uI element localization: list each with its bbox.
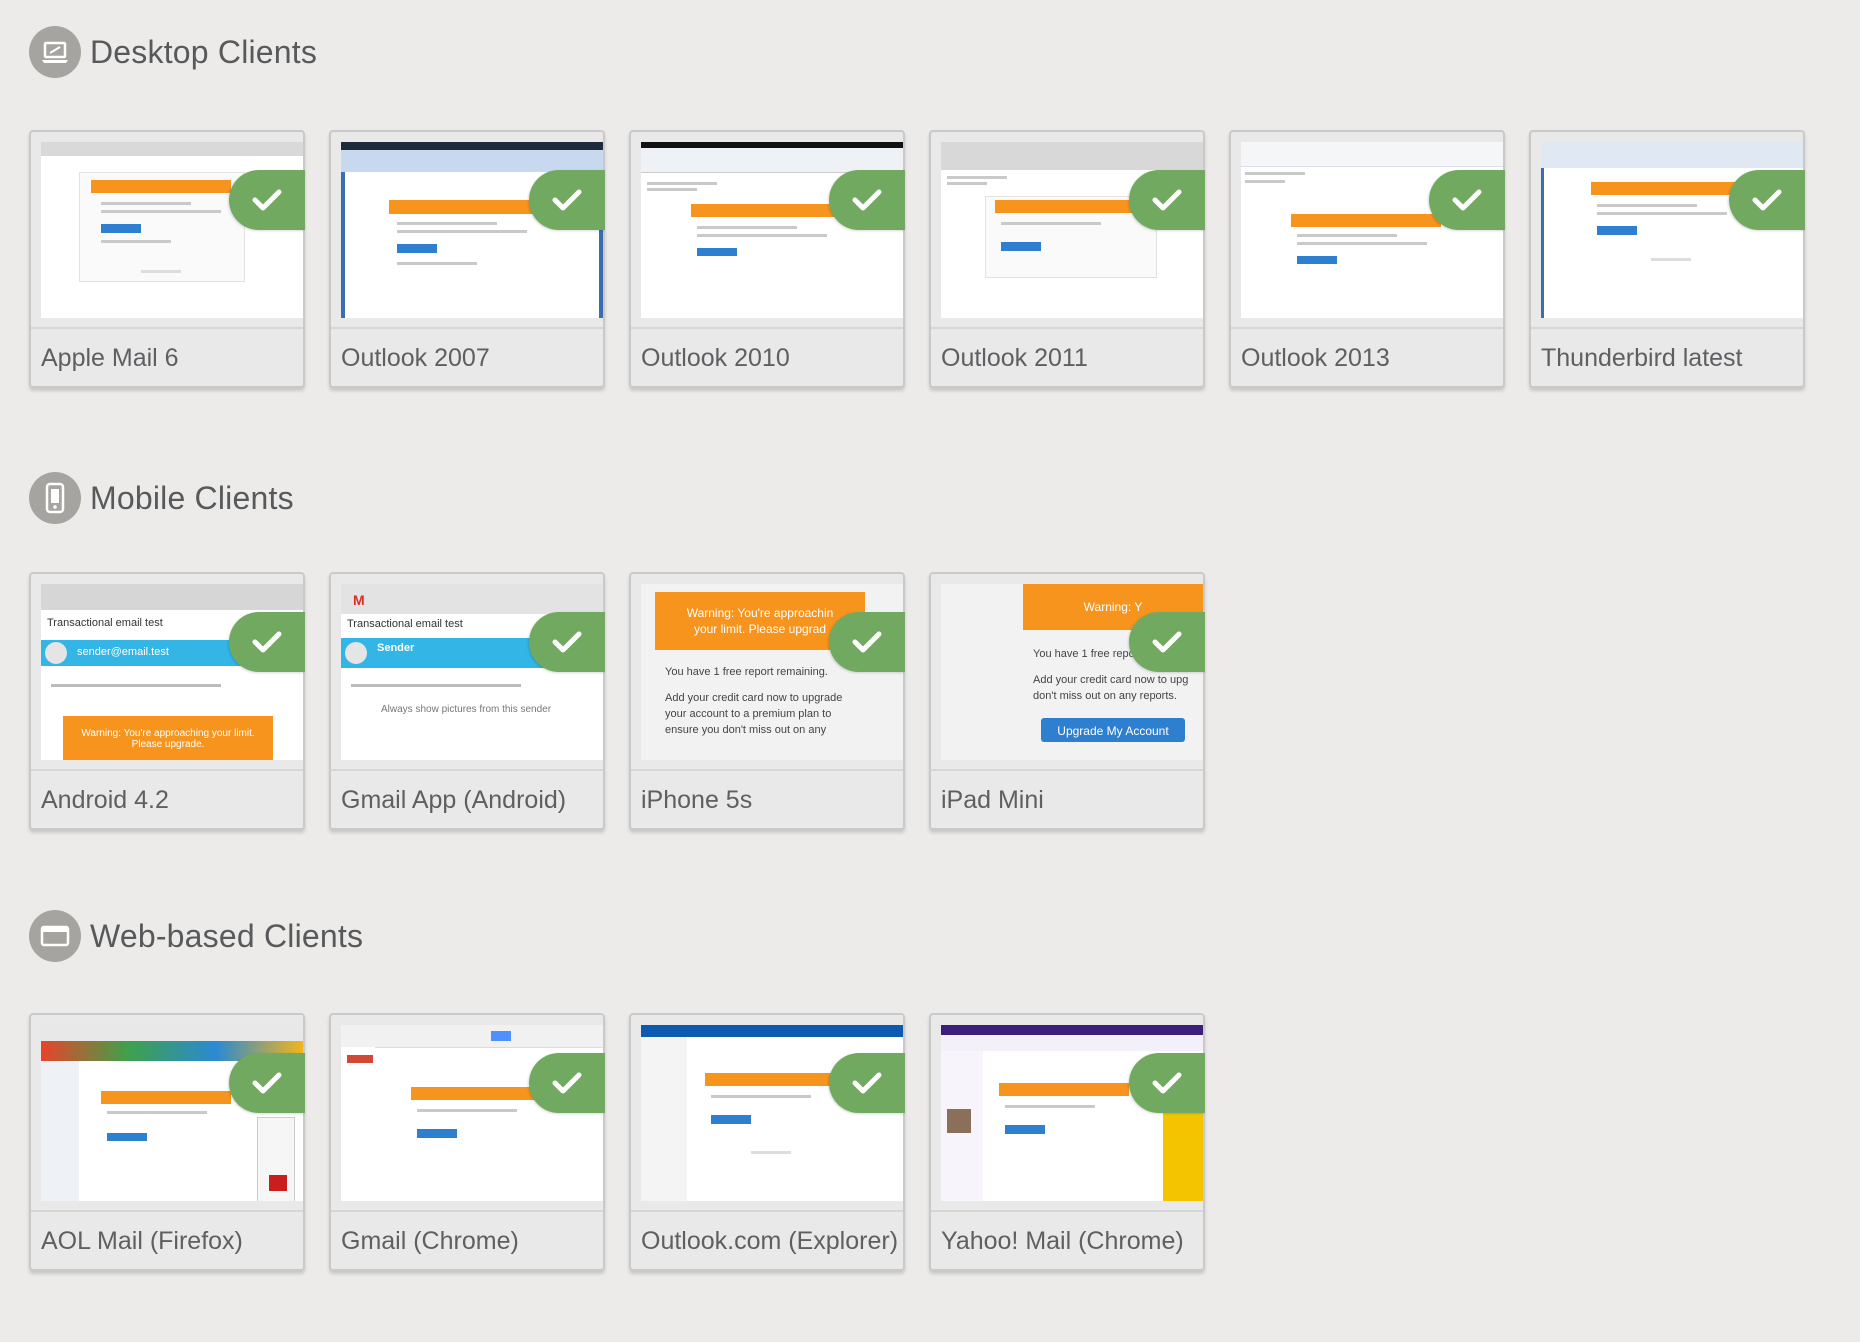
client-preview	[641, 1025, 903, 1201]
client-preview	[941, 142, 1203, 318]
preview-body-line-3: don't miss out on any reports.	[1033, 690, 1177, 702]
client-preview	[41, 1025, 303, 1201]
section-header: Web-based Clients	[29, 909, 363, 963]
check-icon	[829, 170, 905, 230]
preview-subject: Transactional email test	[47, 617, 163, 629]
client-card-thunderbird-latest[interactable]: Thunderbird latest	[1529, 130, 1805, 388]
client-card-yahoo-mail-chrome[interactable]: Yahoo! Mail (Chrome)	[929, 1013, 1205, 1271]
mobile-phone-icon	[29, 472, 81, 524]
client-card-outlook-2010[interactable]: Outlook 2010	[629, 130, 905, 388]
section-title: Mobile Clients	[90, 479, 294, 516]
section-title: Web-based Clients	[90, 917, 364, 954]
client-card-android-4-2[interactable]: Transactional email test sender@email.te…	[29, 572, 305, 830]
check-icon	[229, 612, 305, 672]
client-card-apple-mail-6[interactable]: Apple Mail 6	[29, 130, 305, 388]
preview-show-images: Always show pictures from this sender	[381, 704, 552, 715]
client-preview	[341, 142, 603, 318]
preview-body-line-2: Add your credit card now to upg	[1033, 674, 1189, 686]
client-label: Outlook 2013	[1241, 344, 1390, 372]
client-preview	[41, 142, 303, 318]
client-card-gmail-chrome[interactable]: Gmail (Chrome)	[329, 1013, 605, 1271]
check-icon	[1729, 170, 1805, 230]
client-preview	[941, 1025, 1203, 1201]
client-preview	[341, 1025, 603, 1201]
client-label: Outlook.com (Explorer)	[641, 1227, 899, 1255]
check-icon	[529, 170, 605, 230]
check-icon	[529, 612, 605, 672]
client-label: Outlook 2007	[341, 344, 490, 372]
preview-upgrade-button: Upgrade My Account	[1057, 724, 1169, 738]
client-label: AOL Mail (Firefox)	[41, 1227, 243, 1255]
check-icon	[829, 1053, 905, 1113]
client-preview	[641, 142, 903, 318]
section-header: Desktop Clients	[29, 25, 317, 79]
client-preview: Warning: You're approachin your limit. P…	[641, 584, 903, 760]
preview-subject: Transactional email test	[347, 618, 463, 630]
check-icon	[1129, 612, 1205, 672]
client-label: Yahoo! Mail (Chrome)	[941, 1227, 1184, 1255]
preview-sender: Sender	[377, 642, 415, 654]
preview-sender: sender@email.test	[77, 646, 169, 658]
client-preview: Transactional email test sender@email.te…	[41, 584, 303, 760]
client-label: Gmail (Chrome)	[341, 1227, 519, 1255]
client-label: Thunderbird latest	[1541, 344, 1743, 372]
client-label: Apple Mail 6	[41, 344, 179, 372]
client-card-outlook-2013[interactable]: Outlook 2013	[1229, 130, 1505, 388]
client-label: iPhone 5s	[641, 786, 753, 814]
check-icon	[229, 170, 305, 230]
client-grid: Transactional email test sender@email.te…	[29, 572, 1229, 830]
client-preview	[1541, 142, 1803, 318]
preview-body-line-1: You have 1 free report remaining.	[665, 666, 828, 678]
client-label: Gmail App (Android)	[341, 786, 567, 814]
client-card-outlook-2007[interactable]: Outlook 2007	[329, 130, 605, 388]
preview-body-line-2: Add your credit card now to upgrade	[665, 692, 843, 704]
client-grid: AOL Mail (Firefox) Gmail (Chrome) Outloo…	[29, 1013, 1229, 1271]
client-card-gmail-app-android[interactable]: M Transactional email test Sender Always…	[329, 572, 605, 830]
section-title: Desktop Clients	[90, 33, 318, 70]
check-icon	[829, 612, 905, 672]
client-grid: Apple Mail 6 Outlook 2007 Outlook 2010 O…	[29, 130, 1829, 388]
client-card-aol-mail-firefox[interactable]: AOL Mail (Firefox)	[29, 1013, 305, 1271]
client-label: Android 4.2	[41, 786, 169, 814]
check-icon	[1129, 170, 1205, 230]
client-preview: M Transactional email test Sender Always…	[341, 584, 603, 760]
client-card-outlook-2011[interactable]: Outlook 2011	[929, 130, 1205, 388]
client-label: Outlook 2011	[941, 344, 1088, 372]
section-header: Mobile Clients	[29, 471, 294, 525]
preview-warning-line-1: Warning: You're approachin	[686, 606, 834, 620]
client-preview: Warning: Y You have 1 free report remain…	[941, 584, 1203, 760]
preview-body-line-4: ensure you don't miss out on any	[665, 724, 827, 736]
browser-window-icon	[29, 910, 81, 962]
laptop-icon	[29, 26, 81, 78]
preview-warning: Warning: You're approaching your limit. …	[81, 728, 255, 750]
check-icon	[529, 1053, 605, 1113]
check-icon	[1129, 1053, 1205, 1113]
client-preview	[1241, 142, 1503, 318]
client-card-ipad-mini[interactable]: Warning: Y You have 1 free report remain…	[929, 572, 1205, 830]
client-card-iphone-5s[interactable]: Warning: You're approachin your limit. P…	[629, 572, 905, 830]
check-icon	[1429, 170, 1505, 230]
section-web-clients: Web-based Clients AOL Mail (Firefox) Gma…	[29, 909, 1205, 1271]
section-mobile-clients: Mobile Clients Transactional email test …	[29, 471, 1205, 830]
preview-body-line-3: your account to a premium plan to	[665, 708, 832, 720]
client-label: Outlook 2010	[641, 344, 790, 372]
check-icon	[229, 1053, 305, 1113]
client-label: iPad Mini	[941, 786, 1044, 814]
section-desktop-clients: Desktop Clients Apple Mail 6 Outlook 200…	[29, 25, 1805, 388]
client-card-outlook-com-explorer[interactable]: Outlook.com (Explorer)	[629, 1013, 905, 1271]
